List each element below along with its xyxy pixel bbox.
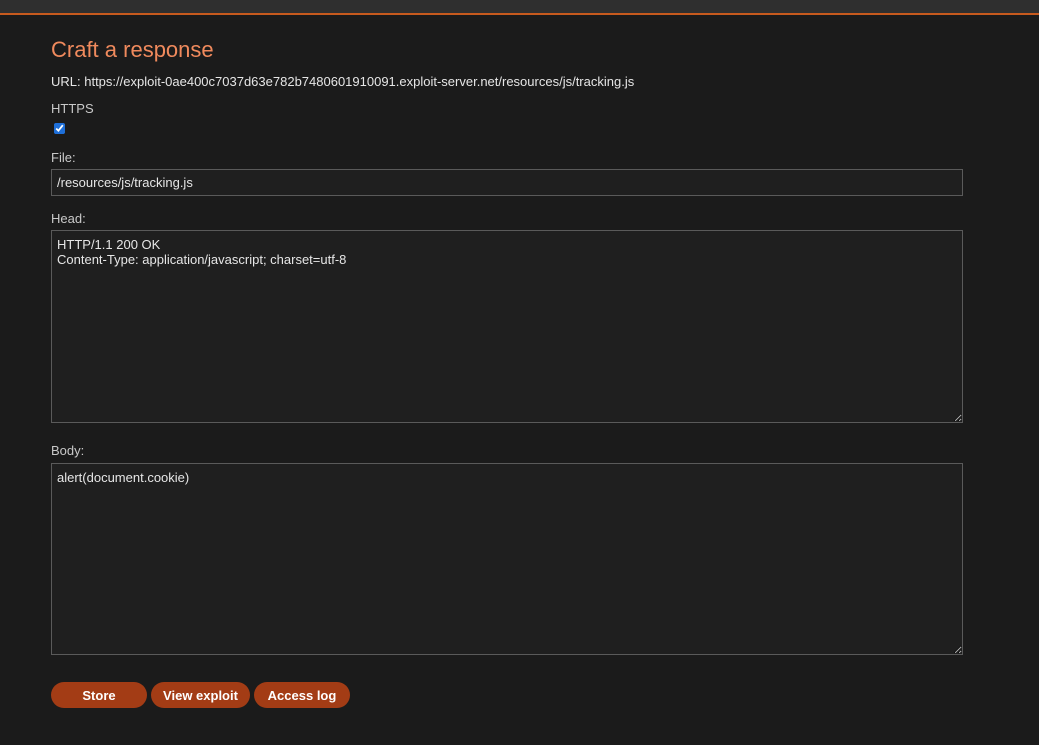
file-input[interactable]: [51, 169, 963, 196]
body-textarea[interactable]: alert(document.cookie): [51, 463, 963, 655]
file-label: File:: [51, 150, 76, 165]
body-label: Body:: [51, 443, 85, 458]
store-button[interactable]: Store: [51, 682, 147, 708]
head-textarea[interactable]: HTTP/1.1 200 OK Content-Type: applicatio…: [51, 230, 963, 423]
view-exploit-button[interactable]: View exploit: [151, 682, 250, 708]
access-log-button[interactable]: Access log: [254, 682, 350, 708]
exploit-url: URL: https://exploit-0ae400c7037d63e782b…: [51, 74, 635, 89]
https-checkbox[interactable]: [54, 123, 65, 134]
page-title: Craft a response: [51, 37, 214, 62]
action-buttons: Store View exploit Access log: [51, 682, 963, 708]
https-label: HTTPS: [51, 101, 94, 116]
head-label: Head:: [51, 211, 86, 226]
top-bar: [0, 0, 1039, 15]
craft-response-form: Craft a response URL: https://exploit-0a…: [51, 36, 963, 708]
